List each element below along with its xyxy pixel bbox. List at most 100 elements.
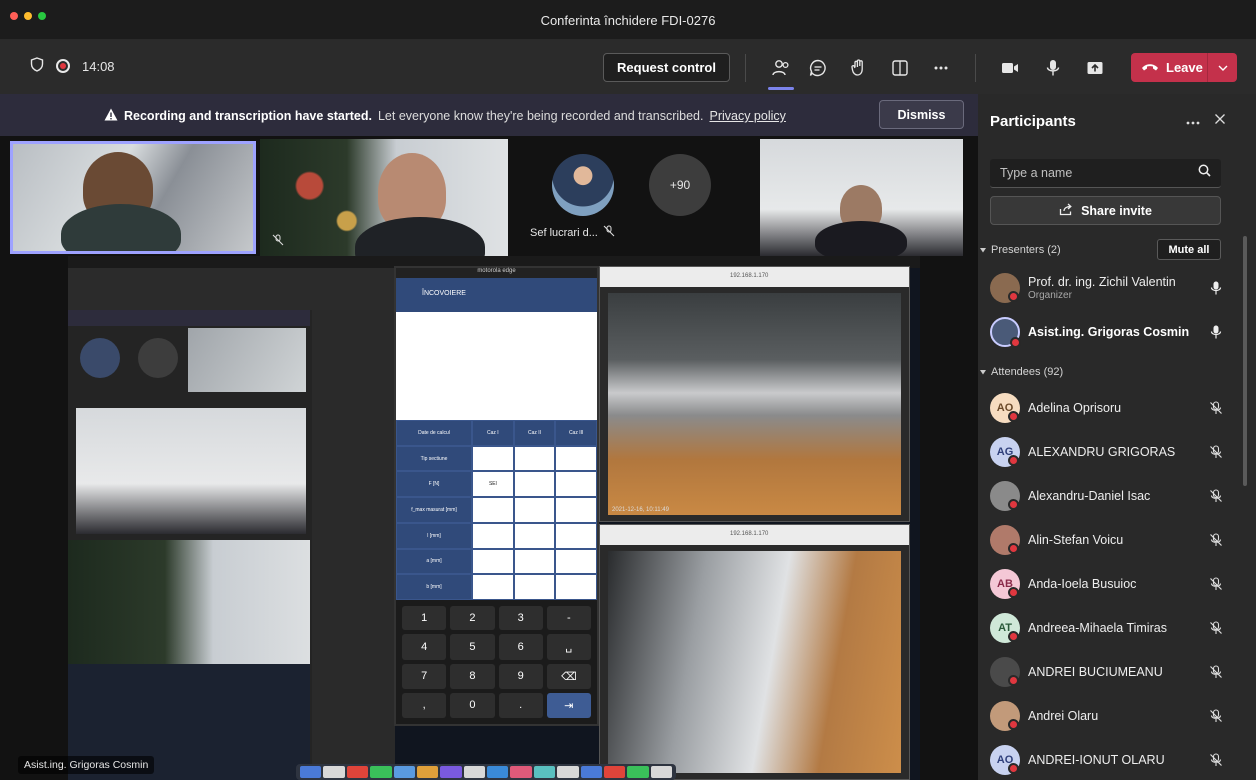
table-cell[interactable] [555, 497, 597, 523]
participant-row[interactable]: Alin-Stefan Voicu [990, 520, 1224, 560]
participant-row[interactable]: Asist.ing. Grigoras Cosmin [990, 312, 1224, 352]
key[interactable]: 9 [498, 663, 543, 689]
mic-icon[interactable] [1208, 324, 1224, 340]
table-cell[interactable] [555, 445, 597, 472]
table-cell[interactable] [513, 497, 556, 523]
more-options-icon[interactable] [1186, 112, 1200, 128]
key[interactable]: 7 [402, 663, 447, 689]
camera-browser-window-top[interactable]: 192.168.1.170 2021-12-16, 10:11:49 [599, 266, 910, 522]
participant-avatar[interactable] [552, 154, 614, 216]
table-header: Date de calcul [396, 420, 472, 446]
mute-all-button[interactable]: Mute all [1157, 239, 1221, 260]
participant-row[interactable]: AB Anda-Ioela Busuioc [990, 564, 1224, 604]
key[interactable]: 1 [402, 606, 447, 631]
key[interactable]: , [402, 692, 447, 718]
close-icon[interactable] [1214, 112, 1226, 128]
dismiss-button[interactable]: Dismiss [879, 100, 964, 129]
participant-row[interactable]: ANDREI BUCIUMEANU [990, 652, 1224, 692]
leave-main[interactable]: Leave [1131, 53, 1207, 82]
mic-off-icon[interactable] [1208, 752, 1224, 768]
more-participants-button[interactable]: +90 [649, 154, 711, 216]
key[interactable]: - [546, 606, 591, 631]
raise-hand-icon[interactable] [846, 55, 872, 81]
camera-address-bar[interactable]: 192.168.1.170 [600, 267, 909, 287]
table-cell[interactable] [555, 471, 597, 498]
table-cell[interactable] [513, 471, 556, 498]
video-tile-1[interactable] [10, 141, 256, 254]
key[interactable]: ⌫ [546, 663, 591, 689]
table-cell[interactable] [513, 574, 556, 600]
key[interactable]: 4 [402, 634, 447, 660]
key[interactable]: . [498, 692, 543, 718]
mic-off-icon[interactable] [1208, 576, 1224, 592]
leave-button[interactable]: Leave [1131, 53, 1237, 82]
attendees-section-header[interactable]: Attendees (92) [980, 366, 1063, 378]
key[interactable]: 5 [450, 634, 495, 660]
mic-off-icon[interactable] [1208, 400, 1224, 416]
key[interactable]: 8 [450, 663, 495, 689]
camera-address-bar[interactable]: 192.168.1.170 [600, 525, 909, 545]
table-cell[interactable] [472, 497, 514, 523]
key[interactable]: 2 [450, 606, 495, 631]
key[interactable]: ␣ [546, 634, 591, 660]
table-cell[interactable] [472, 548, 514, 575]
mic-off-icon[interactable] [1208, 488, 1224, 504]
share-screen-icon[interactable] [1082, 55, 1108, 81]
privacy-policy-link[interactable]: Privacy policy [709, 109, 785, 123]
search-icon[interactable] [1198, 164, 1211, 182]
presenters-section-header[interactable]: Presenters (2) [980, 244, 1061, 256]
mic-off-icon[interactable] [1208, 620, 1224, 636]
phone-mirror-window[interactable]: motorola edge ÎNCOVOIERE Date de calcul … [394, 266, 599, 726]
participant-row[interactable]: Alexandru-Daniel Isac [990, 476, 1224, 516]
chat-icon[interactable] [805, 55, 831, 81]
phone-window-title: motorola edge [396, 268, 597, 278]
search-input[interactable] [1000, 166, 1198, 180]
table-cell[interactable] [472, 445, 514, 472]
table-cell[interactable] [513, 445, 556, 472]
table-cell[interactable] [513, 522, 556, 549]
participant-row[interactable]: AG ALEXANDRU GRIGORAS [990, 432, 1224, 472]
key[interactable]: ⇥ [546, 692, 591, 718]
shared-more-tile [138, 338, 178, 378]
mic-off-icon[interactable] [1208, 708, 1224, 724]
share-invite-button[interactable]: Share invite [990, 196, 1221, 225]
title-bar: Conferinta închidere FDI-0276 [0, 0, 1256, 40]
participant-row[interactable]: AO Adelina Oprisoru [990, 388, 1224, 428]
leave-label: Leave [1166, 60, 1203, 75]
participant-search[interactable] [990, 159, 1221, 188]
panel-scrollbar[interactable] [1243, 236, 1247, 486]
table-cell[interactable] [555, 548, 597, 575]
room-icon[interactable] [887, 55, 913, 81]
video-tile-2[interactable] [260, 139, 508, 256]
mic-off-icon[interactable] [1208, 444, 1224, 460]
key[interactable]: 3 [498, 606, 543, 631]
table-cell[interactable]: SEl [472, 471, 514, 498]
table-cell[interactable] [472, 574, 514, 600]
table-cell[interactable] [555, 522, 597, 549]
participant-row[interactable]: Andrei Olaru [990, 696, 1224, 736]
mic-off-icon[interactable] [1208, 532, 1224, 548]
toolbar-divider [745, 54, 746, 82]
key[interactable]: 0 [450, 692, 495, 718]
banner-bold-text: Recording and transcription have started… [124, 109, 372, 123]
mic-icon[interactable] [1040, 55, 1066, 81]
chevron-down-icon[interactable] [1207, 53, 1237, 82]
camera-icon[interactable] [997, 55, 1023, 81]
participant-row[interactable]: AO ANDREI-IONUT OLARU [990, 740, 1224, 780]
table-cell[interactable] [513, 548, 556, 575]
key[interactable]: 6 [498, 634, 543, 660]
request-control-button[interactable]: Request control [603, 53, 730, 82]
more-icon[interactable] [928, 55, 954, 81]
table-cell[interactable] [555, 574, 597, 600]
shared-screen[interactable]: motorola edge ÎNCOVOIERE Date de calcul … [68, 256, 920, 780]
video-tile-4[interactable] [760, 139, 963, 256]
avatar [990, 701, 1020, 731]
mic-off-icon[interactable] [1208, 664, 1224, 680]
avatar [990, 657, 1020, 687]
people-icon[interactable] [768, 55, 794, 81]
mic-icon[interactable] [1208, 280, 1224, 296]
camera-browser-window-bottom[interactable]: 192.168.1.170 [599, 524, 910, 780]
table-cell[interactable] [472, 522, 514, 549]
participant-row[interactable]: AT Andreea-Mihaela Timiras [990, 608, 1224, 648]
participant-row[interactable]: Prof. dr. ing. Zichil Valentin Organizer [990, 268, 1224, 308]
